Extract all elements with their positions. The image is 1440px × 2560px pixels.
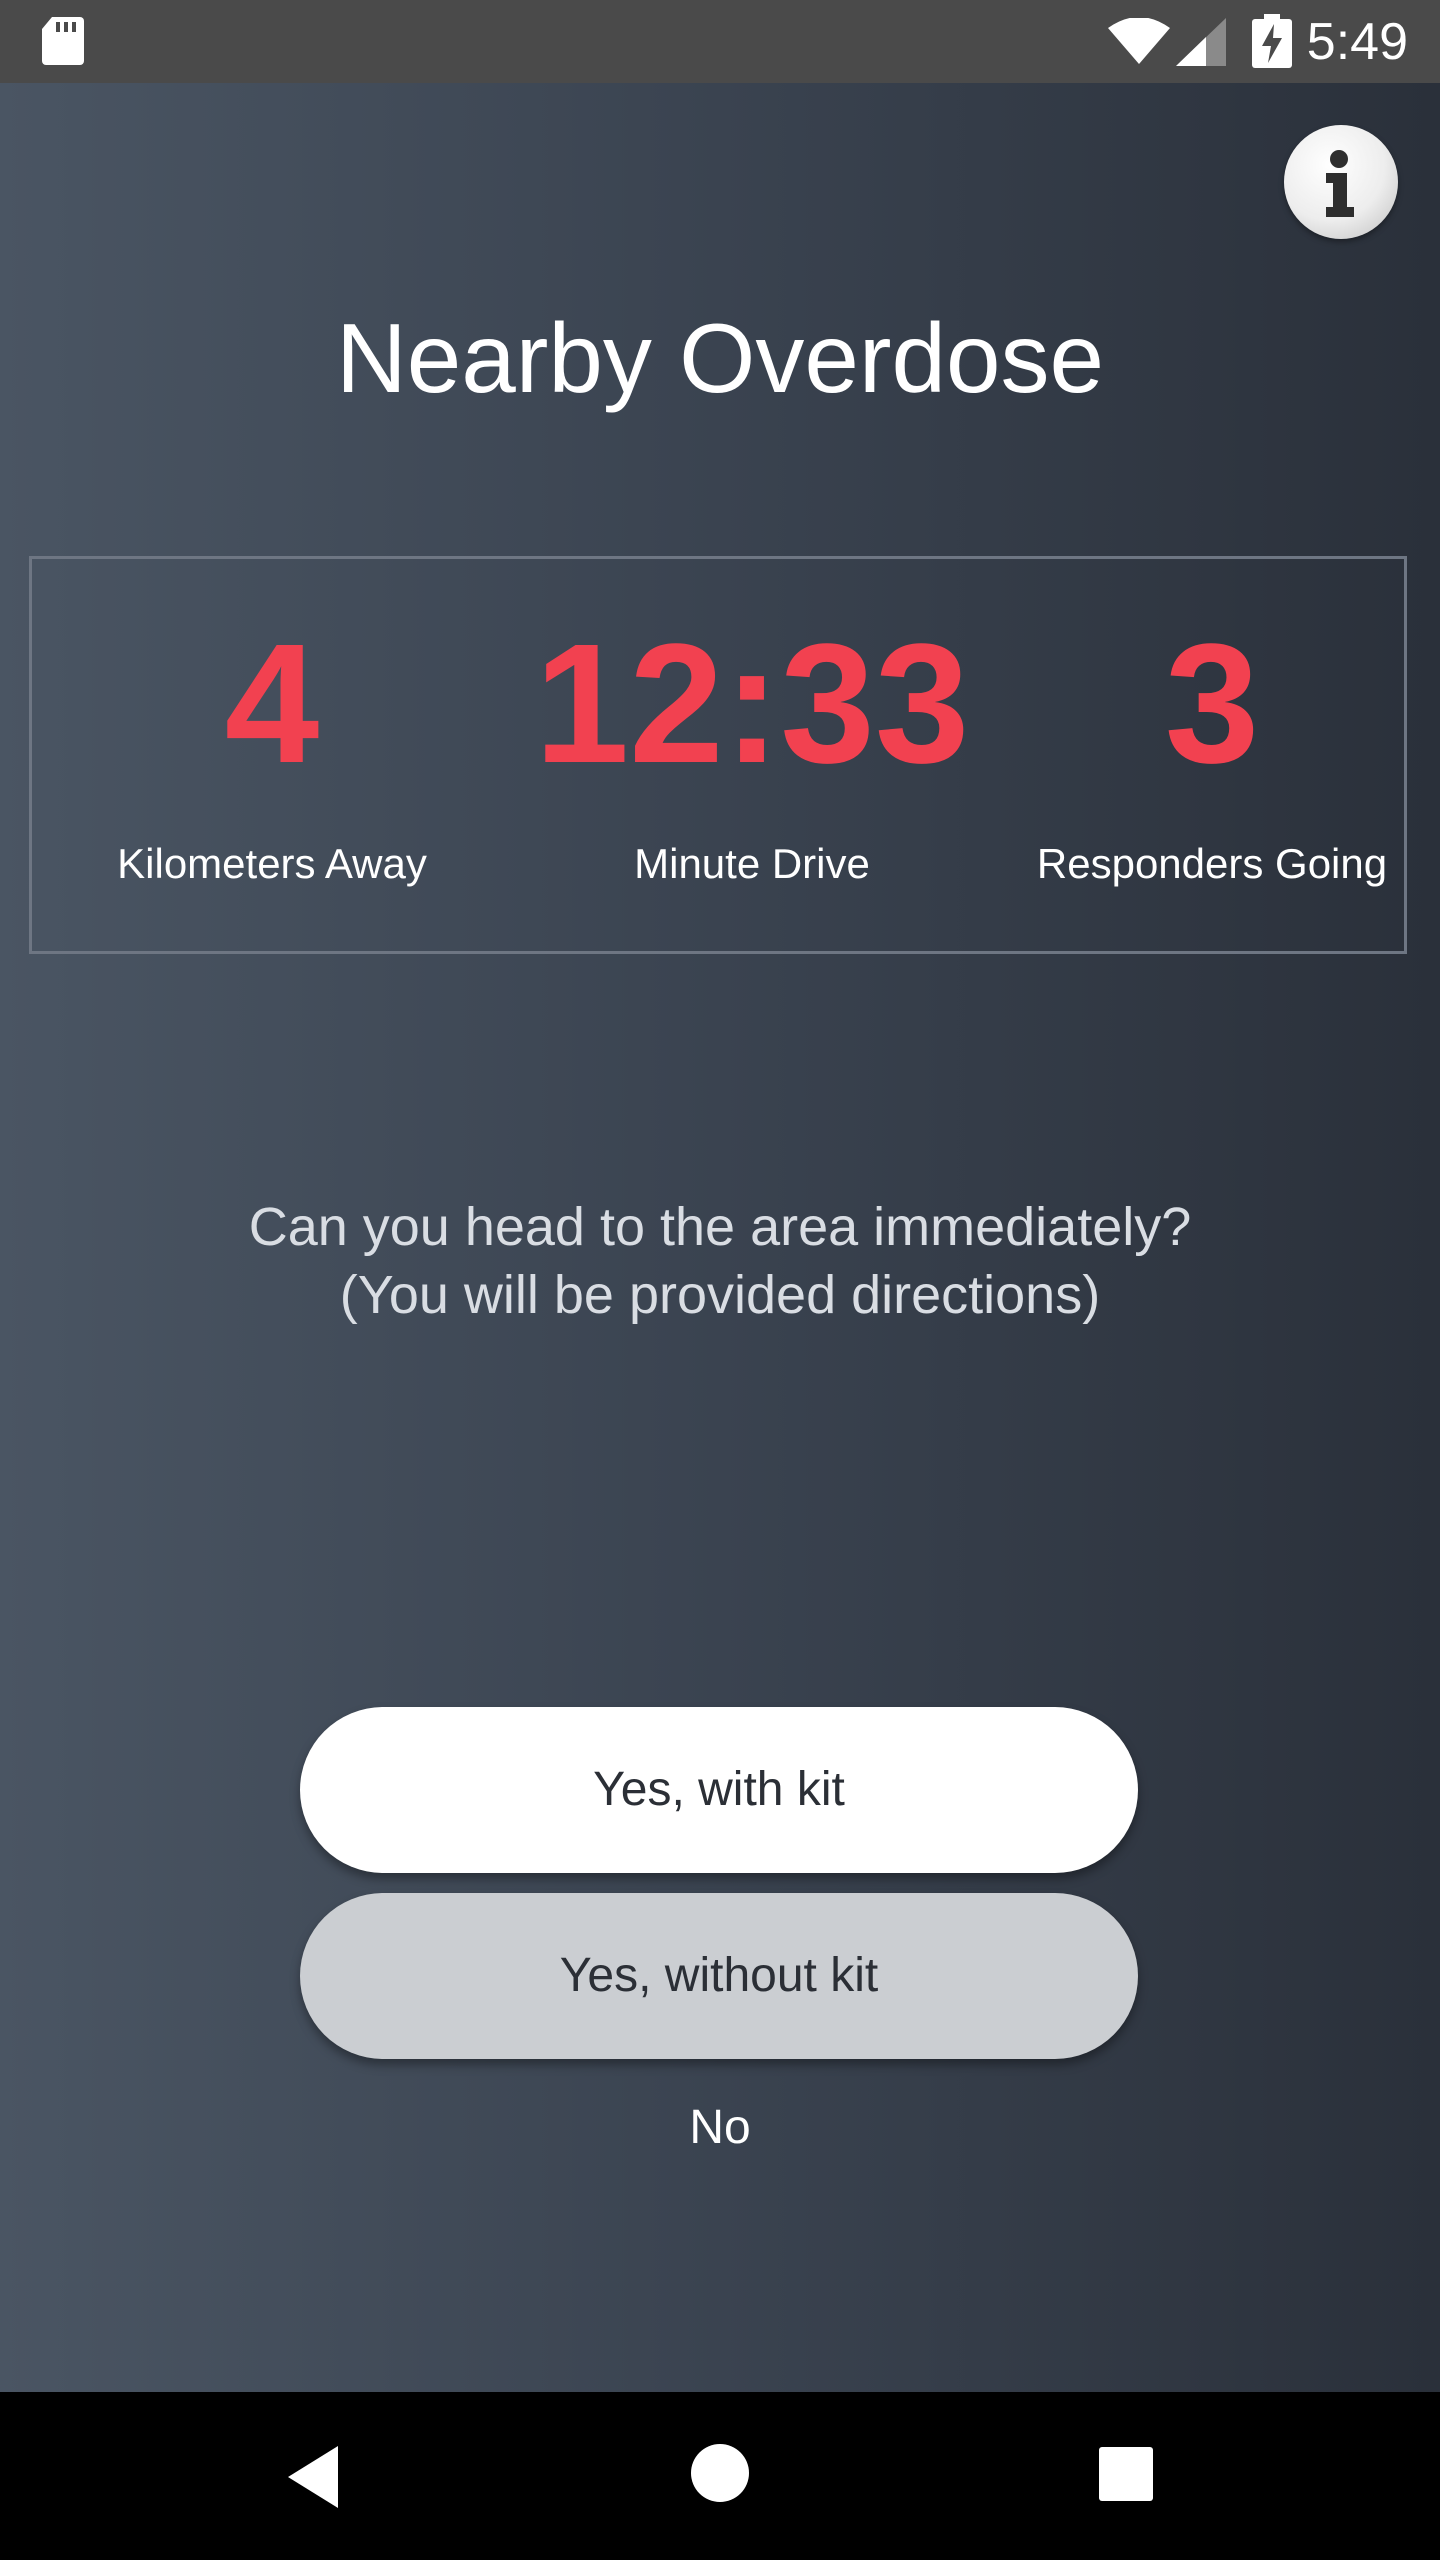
- yes-without-kit-button[interactable]: Yes, without kit: [300, 1893, 1138, 2059]
- back-icon[interactable]: [282, 2442, 352, 2512]
- info-icon: [1326, 150, 1354, 217]
- yes-with-kit-button[interactable]: Yes, with kit: [300, 1707, 1138, 1873]
- page-title: Nearby Overdose: [335, 303, 1105, 413]
- stat-value: 3: [1164, 609, 1260, 799]
- stat-label: Minute Drive: [634, 840, 870, 887]
- stat-value: 12:33: [534, 609, 970, 799]
- stat-distance: 4 Kilometers Away: [82, 559, 462, 957]
- no-button[interactable]: No: [620, 2088, 820, 2168]
- info-button[interactable]: [1284, 125, 1398, 239]
- status-clock: 5:49: [1306, 13, 1408, 71]
- navigation-bar: [0, 2392, 1440, 2560]
- question-text: Can you head to the area immediately? (Y…: [0, 1193, 1440, 1329]
- stat-drive-time: 12:33 Minute Drive: [512, 559, 992, 957]
- stat-label: Responders Going: [1036, 840, 1388, 887]
- sd-card-icon: [42, 17, 84, 65]
- wifi-icon: [1108, 18, 1170, 64]
- stat-responders: 3 Responders Going: [992, 559, 1432, 957]
- stats-panel: 4 Kilometers Away 12:33 Minute Drive 3 R…: [29, 556, 1407, 954]
- battery-charging-icon: [1252, 14, 1292, 68]
- stat-value: 4: [224, 609, 320, 799]
- stat-label: Kilometers Away: [117, 840, 427, 887]
- recents-icon[interactable]: [1099, 2447, 1153, 2501]
- question-line-2: (You will be provided directions): [339, 1265, 1101, 1325]
- main-screen: Nearby Overdose 4 Kilometers Away 12:33 …: [0, 83, 1440, 2392]
- question-line-1: Can you head to the area immediately?: [248, 1197, 1192, 1257]
- home-icon[interactable]: [689, 2442, 751, 2504]
- status-bar: 5:49: [0, 0, 1440, 83]
- cell-signal-icon: [1176, 18, 1226, 66]
